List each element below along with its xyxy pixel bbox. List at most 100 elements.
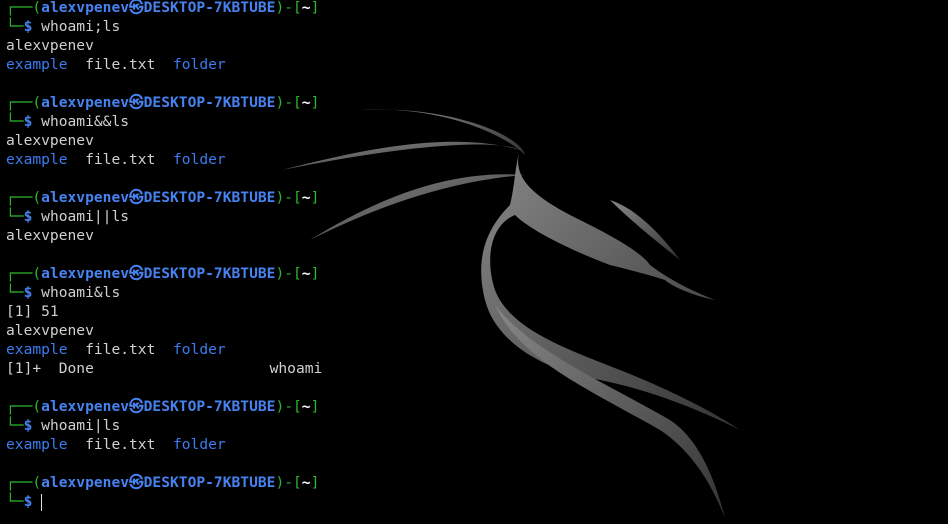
output-text: alexvpenev [6, 227, 94, 244]
directory-entry: example [6, 436, 68, 453]
prompt-frame: ] [310, 94, 320, 111]
prompt-frame: )-[ [275, 398, 302, 415]
prompt-path: ~ [301, 474, 311, 491]
prompt-frame: └─ [6, 417, 24, 434]
output-text: [1] 51 [6, 303, 59, 320]
separator [68, 56, 86, 73]
command-text: whoami&ls [32, 284, 121, 301]
prompt-user: alexvpenev [41, 265, 130, 282]
output-line: [1]+ Done whoami [6, 359, 948, 378]
prompt-frame: )-[ [275, 189, 302, 206]
prompt-at-icon: ㉿ [129, 265, 144, 282]
prompt-host: DESKTOP-7KBTUBE [143, 265, 276, 282]
prompt-header: ┌──(alexvpenev㉿DESKTOP-7KBTUBE)-[~] [6, 0, 948, 17]
prompt-path: ~ [301, 94, 311, 111]
separator [155, 151, 173, 168]
directory-entry: folder [172, 436, 226, 453]
prompt-frame: └─ [6, 284, 24, 301]
output-line: example file.txt folder [6, 150, 948, 169]
file-entry: file.txt [85, 151, 156, 168]
prompt-command-line: └─$ whoami&ls [6, 283, 948, 302]
command-text: whoami|ls [32, 417, 121, 434]
prompt-header: ┌──(alexvpenev㉿DESKTOP-7KBTUBE)-[~] [6, 264, 948, 283]
prompt-frame: ] [310, 189, 320, 206]
output-text: alexvpenev [6, 132, 94, 149]
prompt-frame: ] [310, 474, 320, 491]
prompt-frame: ┌──( [6, 189, 42, 206]
output-line: example file.txt folder [6, 340, 948, 359]
output-text: [1]+ Done whoami [6, 360, 323, 377]
prompt-host: DESKTOP-7KBTUBE [143, 189, 276, 206]
output-line: example file.txt folder [6, 435, 948, 454]
prompt-frame: ] [310, 398, 320, 415]
separator [155, 436, 173, 453]
prompt-at-icon: ㉿ [129, 398, 144, 415]
separator [68, 151, 86, 168]
prompt-host: DESKTOP-7KBTUBE [143, 474, 276, 491]
separator [155, 56, 173, 73]
text-cursor[interactable] [41, 493, 43, 511]
output-line: [1] 51 [6, 302, 948, 321]
prompt-header: ┌──(alexvpenev㉿DESKTOP-7KBTUBE)-[~] [6, 188, 948, 207]
prompt-header: ┌──(alexvpenev㉿DESKTOP-7KBTUBE)-[~] [6, 93, 948, 112]
command-text [32, 493, 41, 510]
prompt-frame: )-[ [275, 0, 302, 16]
prompt-host: DESKTOP-7KBTUBE [143, 398, 276, 415]
prompt-frame: ┌──( [6, 94, 42, 111]
prompt-user: alexvpenev [41, 474, 130, 491]
output-line: alexvpenev [6, 321, 948, 340]
prompt-host: DESKTOP-7KBTUBE [143, 94, 276, 111]
output-line: alexvpenev [6, 131, 948, 150]
directory-entry: example [6, 56, 68, 73]
prompt-header: ┌──(alexvpenev㉿DESKTOP-7KBTUBE)-[~] [6, 473, 948, 492]
prompt-command-line: └─$ whoami;ls [6, 17, 948, 36]
prompt-path: ~ [301, 0, 311, 16]
prompt-frame: └─ [6, 113, 24, 130]
prompt-frame: )-[ [275, 265, 302, 282]
directory-entry: folder [172, 341, 226, 358]
command-text: whoami;ls [32, 18, 121, 35]
prompt-path: ~ [301, 398, 311, 415]
prompt-command-line: └─$ whoami||ls [6, 207, 948, 226]
command-text: whoami||ls [32, 208, 130, 225]
directory-entry: folder [172, 151, 226, 168]
prompt-header: ┌──(alexvpenev㉿DESKTOP-7KBTUBE)-[~] [6, 397, 948, 416]
directory-entry: folder [172, 56, 226, 73]
file-entry: file.txt [85, 436, 156, 453]
file-entry: file.txt [85, 341, 156, 358]
output-text: alexvpenev [6, 37, 94, 54]
directory-entry: example [6, 151, 68, 168]
prompt-at-icon: ㉿ [129, 474, 144, 491]
prompt-user: alexvpenev [41, 94, 130, 111]
prompt-command-line: └─$ whoami&&ls [6, 112, 948, 131]
file-entry: file.txt [85, 56, 156, 73]
prompt-at-icon: ㉿ [129, 0, 144, 16]
output-text: alexvpenev [6, 322, 94, 339]
prompt-frame: └─ [6, 18, 24, 35]
directory-entry: example [6, 341, 68, 358]
prompt-frame: ] [310, 0, 320, 16]
prompt-frame: )-[ [275, 474, 302, 491]
prompt-user: alexvpenev [41, 0, 130, 16]
separator [68, 341, 86, 358]
prompt-frame: ┌──( [6, 398, 42, 415]
separator [68, 436, 86, 453]
command-text: whoami&&ls [32, 113, 130, 130]
prompt-frame: ┌──( [6, 474, 42, 491]
separator [155, 341, 173, 358]
output-line: alexvpenev [6, 36, 948, 55]
prompt-frame: ┌──( [6, 0, 42, 16]
terminal-output[interactable]: ┌──(alexvpenev㉿DESKTOP-7KBTUBE)-[~] └─$ w… [6, 0, 948, 511]
output-line: example file.txt folder [6, 55, 948, 74]
prompt-user: alexvpenev [41, 189, 130, 206]
prompt-command-line: └─$ [6, 492, 948, 511]
prompt-frame: ┌──( [6, 265, 42, 282]
prompt-frame: )-[ [275, 94, 302, 111]
prompt-at-icon: ㉿ [129, 189, 144, 206]
prompt-frame: └─ [6, 493, 24, 510]
output-line: alexvpenev [6, 226, 948, 245]
